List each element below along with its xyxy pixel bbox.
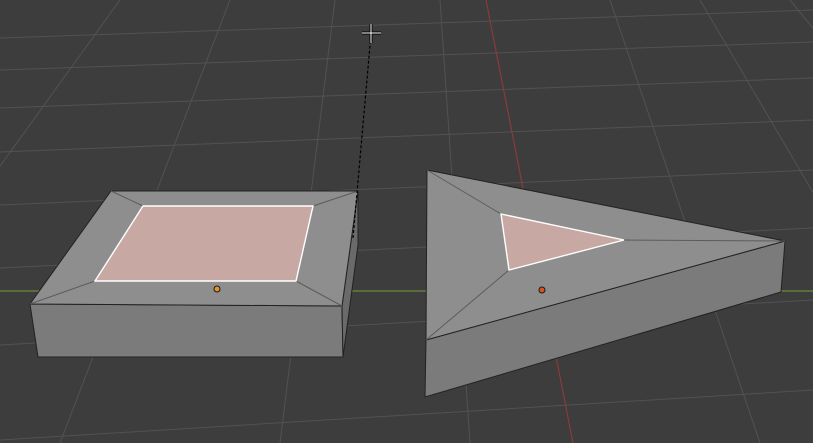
square-front-side bbox=[29, 303, 344, 358]
triangle-origin-dot bbox=[538, 286, 546, 294]
square-origin-dot bbox=[213, 285, 221, 293]
3d-viewport[interactable] bbox=[0, 0, 813, 443]
viewport-canvas[interactable] bbox=[0, 0, 813, 443]
square-frame-mesh[interactable] bbox=[29, 190, 359, 358]
triangle-frame-mesh[interactable] bbox=[424, 169, 786, 398]
transform-dashed-line bbox=[352, 33, 372, 239]
crosshair-cursor-icon bbox=[362, 24, 381, 43]
